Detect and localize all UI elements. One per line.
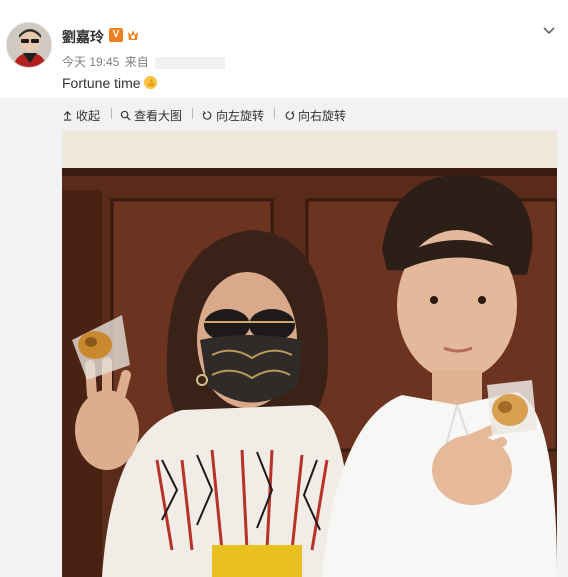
source-blurred: [154, 56, 225, 69]
rotate-right-button[interactable]: 向右旋转: [284, 107, 346, 124]
post-photo[interactable]: [62, 130, 557, 577]
rotate-right-label: 向右旋转: [298, 109, 347, 123]
vip-member-icon[interactable]: [126, 28, 140, 42]
rotate-left-button[interactable]: 向左旋转: [202, 107, 264, 124]
verified-v-badge-icon: V: [109, 28, 123, 42]
view-large-label: 查看大图: [134, 109, 183, 123]
collapse-button[interactable]: 收起: [62, 107, 100, 124]
username[interactable]: 劉嘉玲: [62, 27, 104, 47]
chevron-down-icon[interactable]: [541, 22, 557, 38]
magnifier-icon: [120, 110, 131, 121]
divider: [274, 108, 275, 119]
rotate-left-icon: [202, 111, 212, 120]
post-text-content: Fortune time: [62, 75, 141, 91]
image-toolbar: 收起 查看大图 向左旋转 向右旋转: [0, 98, 568, 128]
thumbs-up-emoji-icon: [143, 75, 157, 90]
post-source-prefix: 来自: [124, 55, 149, 69]
avatar[interactable]: [6, 22, 52, 68]
divider: [111, 108, 112, 119]
photo-area: [0, 128, 568, 577]
collapse-arrow-icon: [63, 111, 72, 121]
post-header: 劉嘉玲 V 今天 19:45 来自 Fortune time: [0, 0, 568, 98]
post-meta: 今天 19:45 来自: [62, 53, 227, 70]
view-large-button[interactable]: 查看大图: [120, 107, 182, 124]
post-text: Fortune time: [62, 75, 158, 91]
collapse-label: 收起: [76, 109, 101, 123]
rotate-right-icon: [285, 111, 295, 120]
divider: [192, 108, 193, 119]
post-time[interactable]: 今天 19:45: [62, 55, 119, 69]
rotate-left-label: 向左旋转: [216, 109, 265, 123]
